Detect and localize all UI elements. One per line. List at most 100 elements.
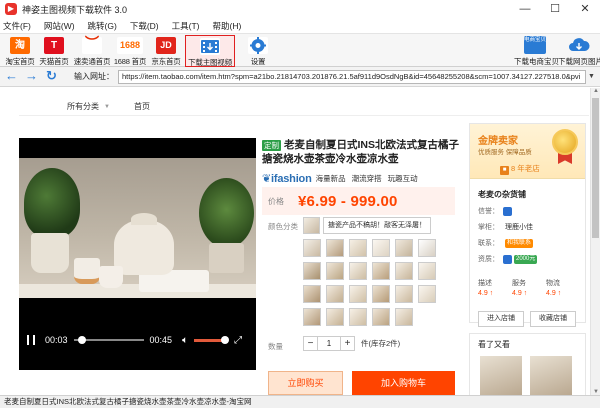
forward-button[interactable]: → [23,68,40,85]
home-link[interactable]: 首页 [134,101,150,112]
qualification-badge: 2000元 [514,254,538,264]
sku-option[interactable] [303,239,321,257]
close-button[interactable]: ✕ [570,0,600,18]
sku-option[interactable] [372,285,390,303]
shop-name[interactable]: 老麦の杂货铺 [478,189,585,200]
aliexpress-home-button[interactable]: ︶ 速卖通首页 [72,35,112,67]
qty-minus-button[interactable]: − [303,336,318,351]
sku-option[interactable] [418,285,436,303]
credit-row: 信誉： [478,206,585,216]
favorite-shop-button[interactable]: 收藏店铺 [530,311,576,327]
score-value: 4.9 ↑ [512,290,528,297]
menu-file[interactable]: 文件(F) [3,20,31,32]
sku-option[interactable] [395,239,413,257]
qty-input[interactable]: 1 [318,336,340,351]
quantity-stepper: − 1 + 件(库存2件) [303,336,400,351]
minimize-button[interactable]: — [510,0,540,18]
sku-option[interactable] [349,308,367,326]
download-video-button[interactable]: 下载主图视频 [185,35,235,67]
pause-icon[interactable] [27,335,35,345]
refresh-icon: ↻ [46,68,57,83]
scrollbar-thumb[interactable] [592,98,599,238]
scroll-up-icon[interactable]: ▲ [591,88,600,94]
menu-goto[interactable]: 跳转(G) [88,20,117,32]
menu-tools[interactable]: 工具(T) [172,20,200,32]
download-webpage-images-button[interactable]: 下载网页图片 [558,35,600,67]
1688-home-button[interactable]: 1688 1688 首页 [112,35,148,67]
sku-option[interactable] [303,216,320,234]
shop-age-icon: ■ [500,166,509,175]
sku-option[interactable] [349,239,367,257]
category-strip: 所有分类 ▼ 首页 [19,98,589,116]
add-to-cart-button[interactable]: 加入购物车 [352,371,455,395]
sku-option[interactable] [395,285,413,303]
seller-panel: 金牌卖家 优质服务 保障品质 ■ 8 年老店 老麦の杂货铺 信誉： 掌柜： 理鹿小… [469,123,586,327]
sku-option[interactable] [303,308,321,326]
sku-option[interactable] [303,285,321,303]
progress-handle[interactable] [78,336,87,344]
video-player[interactable]: 00:03 00:45 🔈︎ ⤢ [19,138,256,370]
sku-option[interactable] [349,262,367,280]
maximize-button[interactable]: ☐ [540,0,570,18]
sku-option[interactable] [372,239,390,257]
keeper-label: 掌柜： [478,224,499,231]
sku-option[interactable] [418,262,436,280]
settings-button[interactable]: 设置 [240,35,276,67]
sku-option[interactable] [349,285,367,303]
sku-option[interactable] [303,262,321,280]
sku-option[interactable] [326,308,344,326]
window-controls: — ☐ ✕ [510,0,600,18]
plant-right [199,178,254,248]
sku-option[interactable] [372,308,390,326]
jd-home-button[interactable]: JD 京东首页 [148,35,184,67]
fullscreen-icon[interactable]: ⤢ [234,335,242,346]
recommended-item-image[interactable] [480,356,522,395]
sku-option-text[interactable]: 搪瓷产品不稿胡！敲客无泽屠！ [323,216,431,234]
taobao-home-button[interactable]: 淘 淘宝首页 [2,35,38,67]
brand-logo[interactable]: ❦ifashion [262,172,312,185]
url-input[interactable]: https://item.taobao.com/item.htm?spm=a21… [118,69,586,84]
sku-option[interactable] [326,239,344,257]
sku-option[interactable] [418,239,436,257]
seller-buttons: 进入店铺 收藏店铺 [470,311,585,327]
vertical-scrollbar[interactable]: ▲ ▼ [590,88,600,395]
price-value: ¥6.99 - 999.00 [298,192,398,210]
1688-icon: 1688 [117,37,143,54]
score-service: 服务 4.9 ↑ [512,278,546,297]
menu-help[interactable]: 帮助(H) [213,20,242,32]
buy-now-button[interactable]: 立即购买 [268,371,343,395]
volume-handle[interactable] [221,335,230,344]
brand-tag: 潮流穿搭 [351,174,382,183]
qty-plus-button[interactable]: + [340,336,355,351]
contact-badge[interactable]: 和我联系 [505,238,534,248]
brand-tag: 玩趣互动 [387,174,418,183]
volume-slider[interactable] [194,335,230,344]
video-progress-bar[interactable] [73,336,144,344]
video-controls: 00:03 00:45 🔈︎ ⤢ [19,328,256,352]
sku-option[interactable] [372,262,390,280]
qualification-row: 资质： 2000元 [478,254,585,264]
sku-option[interactable] [395,308,413,326]
sku-option[interactable] [326,285,344,303]
menu-site[interactable]: 网站(W) [44,20,75,32]
tmall-home-button[interactable]: T 天猫首页 [36,35,72,67]
caret-down-icon: ▼ [104,103,110,110]
brand-tag: 海量新品 [315,174,346,183]
menu-download[interactable]: 下载(D) [130,20,159,32]
download-dianshang-button[interactable]: 电商宝贝 下载电商宝贝 [514,35,559,67]
brand-row: ❦ifashion 海量新品 潮流穿搭 玩趣互动 [262,172,462,185]
sku-row [303,285,458,303]
enter-shop-button[interactable]: 进入店铺 [478,311,524,327]
volume-icon[interactable]: 🔈︎ [182,335,188,346]
all-categories-link[interactable]: 所有分类 [67,101,99,112]
chevron-down-icon[interactable]: ▼ [588,73,595,80]
aliexpress-home-label: 速卖通首页 [73,57,111,66]
sku-option[interactable] [326,262,344,280]
score-description: 描述 4.9 ↑ [478,278,512,297]
back-button[interactable]: ← [3,68,20,85]
recommended-item-image[interactable] [530,356,572,395]
refresh-button[interactable]: ↻ [43,68,60,85]
sku-label: 颜色分类 [268,222,298,231]
sku-option[interactable] [395,262,413,280]
sku-row [303,308,458,326]
